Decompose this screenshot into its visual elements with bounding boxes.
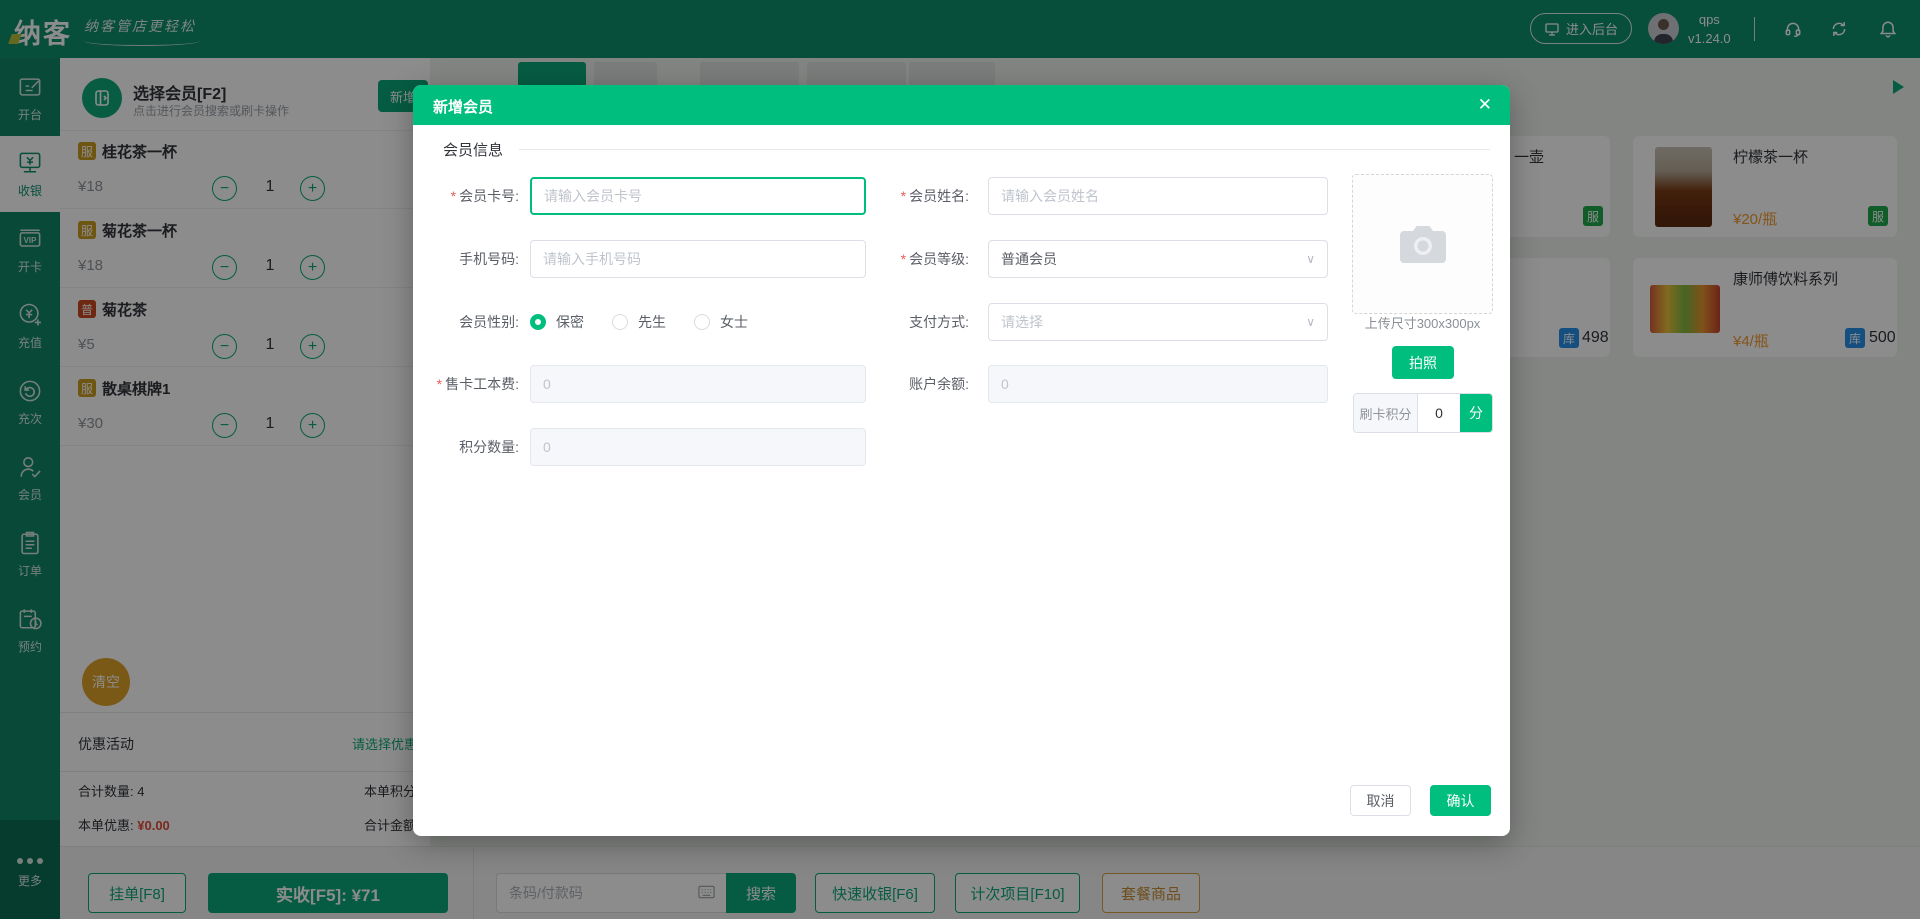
modal-header: 新增会员 ✕ [413,85,1510,125]
radio-mr[interactable] [612,314,628,330]
radio-secret[interactable] [530,314,546,330]
points-input[interactable] [530,428,866,466]
modal-title: 新增会员 [433,99,494,116]
balance-input[interactable] [988,365,1328,403]
add-member-modal: 新增会员 ✕ 会员信息 *会员卡号: *会员姓名: 手机号码: *会员等级: 普… [413,85,1510,836]
take-photo-button[interactable]: 拍照 [1392,346,1454,379]
photo-size-hint: 上传尺寸300x300px [1364,316,1481,331]
swipe-points-group: 刷卡积分 0 分 [1353,393,1493,433]
radio-label-mr[interactable]: 先生 [638,312,666,332]
chevron-down-icon: ∨ [1306,315,1315,329]
close-icon[interactable]: ✕ [1478,95,1492,115]
member-level-value: 普通会员 [1001,251,1057,267]
swipe-points-value[interactable]: 0 [1418,394,1460,432]
field-label-card-no: * 会员卡号: [450,188,519,204]
field-label-phone: 手机号码: [459,251,519,267]
field-label-member-level: * 会员等级: [900,251,969,267]
field-label-gender: 会员性别: [459,314,519,330]
swipe-points-label: 刷卡积分 [1354,394,1418,432]
gender-radio-group: 保密 先生 女士 [530,303,766,341]
member-level-select[interactable]: 普通会员 ∨ [988,240,1328,278]
member-card-no-input[interactable] [530,177,866,215]
radio-label-ms[interactable]: 女士 [720,312,748,332]
section-divider [519,149,1490,150]
pos-app: 纳客 纳客管店更轻松 进入后台 qps v1.24.0 开台 收银 VIP 开卡… [0,0,1920,919]
member-name-input[interactable] [988,177,1328,215]
radio-label-secret[interactable]: 保密 [556,312,584,332]
confirm-button[interactable]: 确认 [1430,785,1491,816]
phone-input[interactable] [530,240,866,278]
field-label-balance: 账户余额: [909,376,969,392]
payment-method-select[interactable]: 请选择 ∨ [988,303,1328,341]
section-title: 会员信息 [443,142,504,159]
chevron-down-icon: ∨ [1306,252,1315,266]
field-label-member-name: * 会员姓名: [900,188,969,204]
camera-icon [1398,223,1448,265]
photo-upload-box[interactable] [1352,174,1493,314]
radio-ms[interactable] [694,314,710,330]
swipe-points-unit-button[interactable]: 分 [1460,394,1492,432]
cancel-button[interactable]: 取消 [1350,785,1411,816]
field-label-points: 积分数量: [459,439,519,455]
payment-placeholder: 请选择 [1001,314,1043,330]
field-label-payment: 支付方式: [909,314,969,330]
card-fee-input[interactable] [530,365,866,403]
field-label-card-fee: * 售卡工本费: [436,376,519,392]
